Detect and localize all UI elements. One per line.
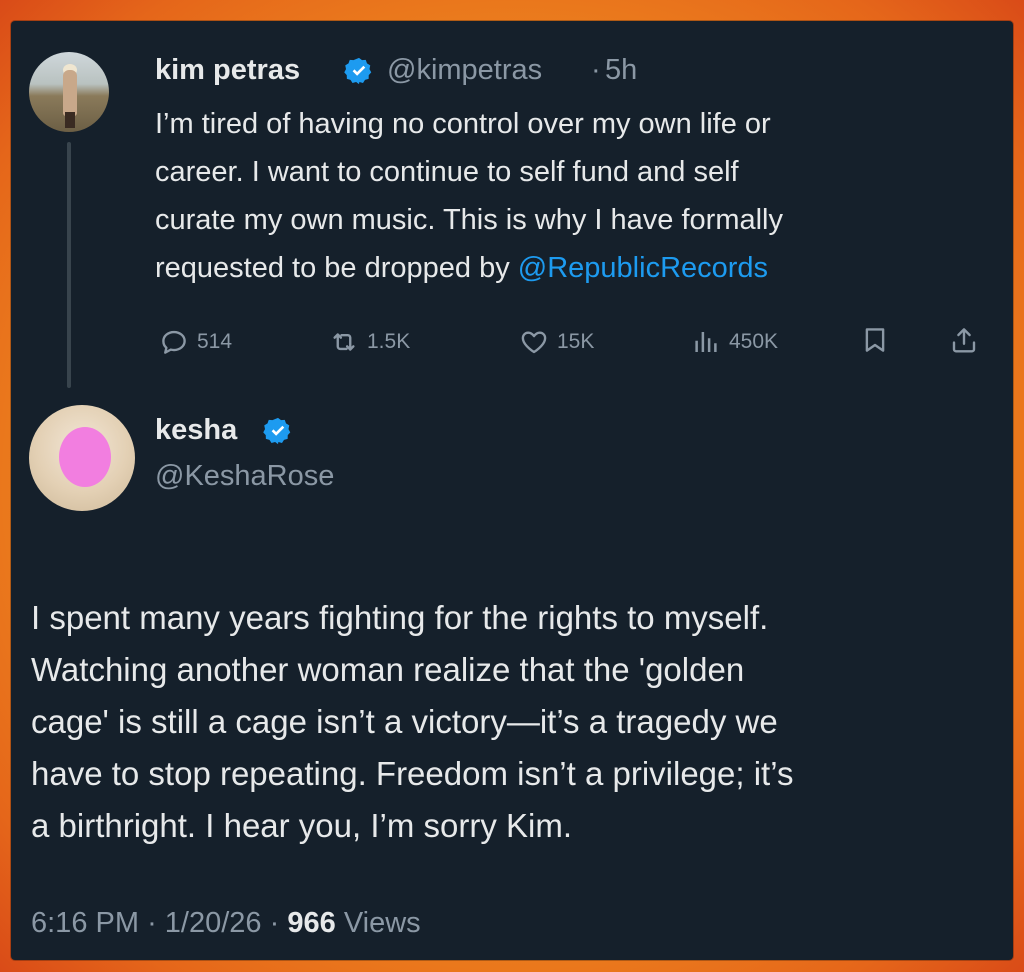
kesha-display-name[interactable]: kesha [155,414,237,447]
repost-icon [333,333,355,351]
tweet-thread-card: kim petras @kimpetras · 5h I’m tired of … [11,21,1013,960]
bookmark-icon[interactable] [860,325,890,355]
tweet-views-count: 966 [287,907,336,939]
like-count: 15K [557,330,595,353]
kim-petras-avatar[interactable] [29,52,109,132]
tweet-meta: 6:16 PM · 1/20/26 · 966 Views [31,907,421,940]
republic-records-mention-link[interactable]: @RepublicRecords [518,252,768,284]
verified-badge-icon [344,57,372,85]
repost-button[interactable]: 1.5K [329,324,410,360]
avatar-figure [63,70,77,116]
thread-connector-line [67,142,71,388]
verified-badge-icon [263,417,291,445]
reply-icon [162,330,186,354]
share-icon[interactable] [949,325,979,355]
meta-separator: · [269,907,280,939]
views-count: 450K [729,330,779,353]
face-blur-overlay [59,427,111,487]
kesha-avatar[interactable] [29,405,135,511]
reply-count: 514 [197,330,233,353]
kim-display-name[interactable]: kim petras [155,54,300,87]
tweet-views-label: Views [343,907,421,939]
views-button[interactable]: 450K [691,324,778,360]
handle-time-separator: · [591,54,601,86]
kesha-handle[interactable]: @KeshaRose [155,460,334,493]
tweet-time[interactable]: 6:16 PM [31,907,139,939]
kim-tweet-text: I’m tired of having no control over my o… [155,100,995,292]
repost-count: 1.5K [367,330,411,353]
reply-button[interactable]: 514 [159,324,232,360]
meta-separator: · [147,907,157,939]
like-icon [521,331,547,354]
like-button[interactable]: 15K [519,324,594,360]
kim-tweet-time[interactable]: 5h [605,54,637,87]
views-icon [695,332,717,352]
tweet-date[interactable]: 1/20/26 [165,907,262,939]
avatar-legs [65,112,75,128]
kim-handle[interactable]: @kimpetras [387,54,542,87]
kesha-tweet-text: I spent many years fighting for the righ… [31,599,794,844]
